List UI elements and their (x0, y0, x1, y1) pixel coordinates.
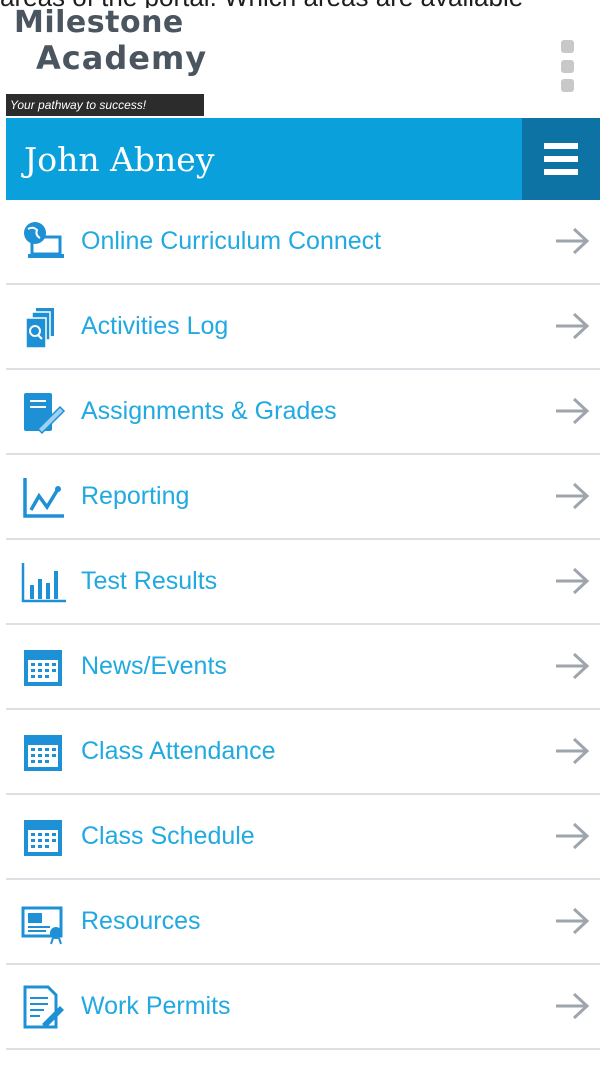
nav-item-resources[interactable]: Resources (6, 880, 600, 965)
search-documents-icon (25, 308, 54, 349)
nav-item-test-results[interactable]: Test Results (6, 540, 600, 625)
calendar-icon (24, 735, 62, 771)
arrow-right-icon (556, 652, 590, 680)
nav-item-news-events[interactable]: News/Events (6, 625, 600, 710)
nav-label: Class Schedule (81, 822, 255, 850)
arrow-right-icon (556, 822, 590, 850)
nav-list: Online Curriculum Connect Activities Log… (6, 200, 600, 1050)
bar-chart-icon (21, 563, 66, 603)
nav-item-assignments-grades[interactable]: Assignments & Grades (6, 370, 600, 455)
nav-item-class-schedule[interactable]: Class Schedule (6, 795, 600, 880)
nav-label: News/Events (81, 652, 227, 680)
nav-label: Class Attendance (81, 737, 276, 765)
school-logo: Milestone Academy Your pathway to succes… (6, 6, 206, 116)
nav-label: Activities Log (81, 312, 229, 340)
resources-certificate-icon (21, 906, 63, 945)
logo-tagline: Your pathway to success! (6, 94, 204, 116)
arrow-right-icon (556, 227, 590, 255)
arrow-right-icon (556, 737, 590, 765)
nav-label: Reporting (81, 482, 190, 510)
document-pen-icon (23, 985, 64, 1029)
nav-item-class-attendance[interactable]: Class Attendance (6, 710, 600, 795)
user-header: John Abney (6, 118, 600, 200)
nav-item-work-permits[interactable]: Work Permits (6, 965, 600, 1050)
arrow-right-icon (556, 567, 590, 595)
nav-label: Test Results (81, 567, 218, 595)
nav-item-online-curriculum-connect[interactable]: Online Curriculum Connect (6, 200, 600, 285)
nav-label: Work Permits (81, 992, 231, 1020)
nav-label: Assignments & Grades (81, 397, 337, 425)
notebook-pencil-icon (24, 393, 66, 435)
more-vertical-icon[interactable] (552, 40, 582, 92)
nav-label: Online Curriculum Connect (81, 227, 382, 255)
user-name: John Abney (24, 140, 215, 179)
arrow-right-icon (556, 992, 590, 1020)
arrow-right-icon (556, 397, 590, 425)
calendar-icon (24, 650, 62, 686)
hamburger-menu-icon[interactable] (522, 118, 600, 200)
nav-item-reporting[interactable]: Reporting (6, 455, 600, 540)
calendar-icon (24, 820, 62, 856)
nav-item-activities-log[interactable]: Activities Log (6, 285, 600, 370)
globe-laptop-icon (24, 222, 64, 258)
arrow-right-icon (556, 312, 590, 340)
logo-line1: Milestone (14, 5, 184, 40)
arrow-right-icon (556, 907, 590, 935)
nav-label: Resources (81, 907, 201, 935)
line-chart-icon (23, 478, 64, 518)
logo-line2: Academy (36, 39, 208, 77)
arrow-right-icon (556, 482, 590, 510)
